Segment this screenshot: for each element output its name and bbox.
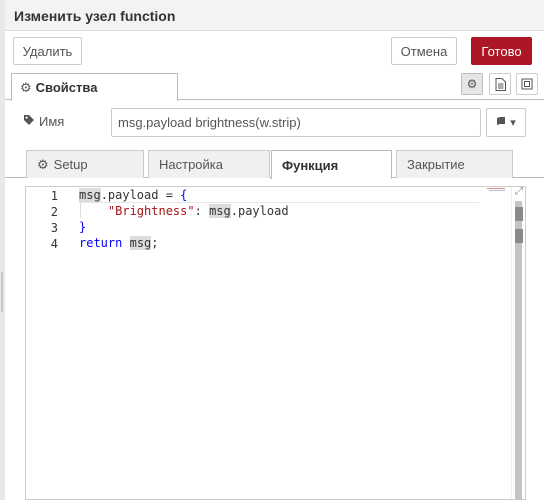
tab-init-label: Настройка	[159, 157, 223, 172]
scrollbar-marker	[515, 207, 523, 221]
node-description-button[interactable]	[489, 73, 511, 95]
minimap-line	[489, 190, 505, 191]
gear-icon: ⚙	[37, 156, 49, 172]
tab-setup[interactable]: ⚙ Setup	[26, 150, 144, 178]
scrollbar-marker	[515, 229, 523, 243]
line-number-gutter: 1 2 3 4	[26, 187, 76, 499]
tray-toolbar: Удалить Отмена Готово	[5, 31, 544, 71]
name-input[interactable]	[111, 108, 481, 137]
code-token: }	[79, 220, 87, 234]
code-token: msg	[209, 204, 231, 218]
line-number: 2	[50, 205, 58, 219]
file-icon	[495, 77, 506, 91]
minimap[interactable]	[487, 188, 509, 192]
line-number: 1	[50, 189, 58, 203]
function-subtabs: ⚙ Setup Настройка Функция Закрытие	[5, 145, 544, 179]
tab-properties[interactable]: ⚙ Свойства	[11, 73, 178, 101]
tray-header: Изменить узел function	[5, 0, 544, 31]
gear-icon: ⚙	[20, 79, 32, 95]
code-line: return msg;	[79, 236, 159, 250]
icon-select-button[interactable]: ▾	[486, 108, 526, 137]
code-line: "Brightness": msg.payload	[79, 204, 289, 218]
tab-finalize-label: Закрытие	[407, 157, 465, 172]
code-token: return	[79, 236, 123, 250]
tab-properties-label: Свойства	[35, 80, 98, 95]
name-label: Имя	[23, 114, 64, 129]
tab-init[interactable]: Настройка	[148, 150, 270, 178]
vertical-scrollbar[interactable]	[515, 201, 522, 500]
code-line: }	[79, 220, 86, 234]
code-editor[interactable]: 1 2 3 4 msg.payload = { "Brightness": ms…	[25, 186, 526, 500]
tray-title: Изменить узел function	[14, 8, 176, 24]
line-number: 4	[50, 237, 58, 251]
delete-button[interactable]: Удалить	[13, 37, 82, 65]
gear-icon: ⚙	[466, 77, 478, 91]
tab-function[interactable]: Функция	[271, 150, 392, 179]
code-token: {	[180, 188, 188, 202]
minimap-line	[487, 188, 505, 189]
node-appearance-button[interactable]	[516, 73, 538, 95]
line-number: 3	[50, 221, 58, 235]
code-token: msg	[79, 188, 101, 202]
name-label-text: Имя	[39, 114, 65, 129]
name-row: Имя ▾	[5, 100, 544, 145]
code-token: :	[194, 204, 210, 218]
code-token: .payload =	[100, 188, 181, 202]
expand-icon[interactable]: ⤢	[515, 186, 523, 197]
code-token: .payload	[230, 204, 289, 218]
cancel-button[interactable]: Отмена	[391, 37, 457, 65]
code-token: "Brightness"	[107, 204, 195, 218]
tab-finalize[interactable]: Закрытие	[396, 150, 513, 178]
tab-setup-label: Setup	[53, 157, 88, 172]
code-line: msg.payload = {	[79, 188, 479, 203]
tab-function-label: Функция	[282, 157, 339, 173]
splitter-handle[interactable]	[1, 272, 3, 312]
book-icon	[496, 116, 506, 129]
overview-ruler[interactable]: ⤢	[511, 186, 525, 500]
tag-icon	[23, 114, 35, 129]
done-button[interactable]: Готово	[471, 37, 532, 65]
frame-icon	[521, 78, 533, 90]
code-token: ;	[151, 236, 159, 250]
chevron-down-icon: ▾	[510, 117, 516, 129]
node-settings-button[interactable]: ⚙	[461, 73, 483, 95]
tray-tabs: ⚙ Свойства ⚙	[5, 71, 544, 101]
code-area[interactable]: msg.payload = { "Brightness": msg.payloa…	[79, 187, 511, 499]
code-token: msg	[129, 236, 152, 250]
